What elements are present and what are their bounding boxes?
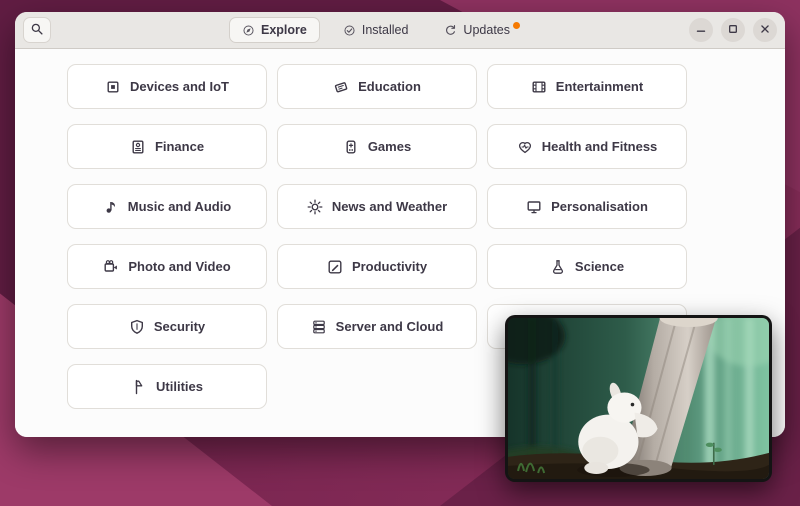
category-entertainment[interactable]: Entertainment xyxy=(487,64,687,109)
category-label: Photo and Video xyxy=(128,259,230,274)
close-button[interactable] xyxy=(753,18,777,42)
health-icon xyxy=(517,139,533,155)
category-label: Productivity xyxy=(352,259,427,274)
category-label: Security xyxy=(154,319,205,334)
category-label: Personalisation xyxy=(551,199,648,214)
updates-icon xyxy=(444,24,457,37)
minimize-icon xyxy=(694,22,708,39)
category-games[interactable]: Games xyxy=(277,124,477,169)
category-health-and-fitness[interactable]: Health and Fitness xyxy=(487,124,687,169)
updates-badge-dot xyxy=(513,22,520,29)
explore-icon xyxy=(242,24,255,37)
shield-icon xyxy=(129,319,145,335)
category-productivity[interactable]: Productivity xyxy=(277,244,477,289)
category-label: Finance xyxy=(155,139,204,154)
category-security[interactable]: Security xyxy=(67,304,267,349)
minimize-button[interactable] xyxy=(689,18,713,42)
category-label: Health and Fitness xyxy=(542,139,658,154)
category-label: Education xyxy=(358,79,421,94)
flask-icon xyxy=(550,259,566,275)
camera-icon xyxy=(103,259,119,275)
category-utilities[interactable]: Utilities xyxy=(67,364,267,409)
utility-icon xyxy=(131,379,147,395)
category-science[interactable]: Science xyxy=(487,244,687,289)
tab-label: Explore xyxy=(261,23,307,37)
category-devices-and-iot[interactable]: Devices and IoT xyxy=(67,64,267,109)
installed-icon xyxy=(343,24,356,37)
server-icon xyxy=(311,319,327,335)
pencil-icon xyxy=(327,259,343,275)
monitor-icon xyxy=(526,199,542,215)
view-switcher: Explore Installed Updates xyxy=(229,12,523,48)
category-education[interactable]: Education xyxy=(277,64,477,109)
film-icon xyxy=(531,79,547,95)
category-label: News and Weather xyxy=(332,199,447,214)
category-label: Music and Audio xyxy=(128,199,232,214)
category-photo-and-video[interactable]: Photo and Video xyxy=(67,244,267,289)
category-label: Games xyxy=(368,139,411,154)
tab-updates[interactable]: Updates xyxy=(431,17,523,43)
category-finance[interactable]: Finance xyxy=(67,124,267,169)
games-icon xyxy=(343,139,359,155)
category-label: Server and Cloud xyxy=(336,319,444,334)
category-label: Entertainment xyxy=(556,79,643,94)
headerbar: Explore Installed Updates xyxy=(15,12,785,49)
tab-installed[interactable]: Installed xyxy=(330,17,422,43)
tab-label: Installed xyxy=(362,23,409,37)
music-icon xyxy=(103,199,119,215)
video-scene xyxy=(508,318,769,479)
tab-label: Updates xyxy=(463,23,510,37)
chip-icon xyxy=(105,79,121,95)
sun-icon xyxy=(307,199,323,215)
search-icon xyxy=(30,22,44,39)
window-controls xyxy=(689,18,777,42)
tab-explore[interactable]: Explore xyxy=(229,17,320,43)
category-label: Science xyxy=(575,259,624,274)
category-music-and-audio[interactable]: Music and Audio xyxy=(67,184,267,229)
maximize-icon xyxy=(726,22,740,39)
close-icon xyxy=(758,22,772,39)
category-server-and-cloud[interactable]: Server and Cloud xyxy=(277,304,477,349)
education-icon xyxy=(333,79,349,95)
category-label: Utilities xyxy=(156,379,203,394)
video-overlay-window[interactable] xyxy=(505,315,772,482)
category-personalisation[interactable]: Personalisation xyxy=(487,184,687,229)
finance-icon xyxy=(130,139,146,155)
category-news-and-weather[interactable]: News and Weather xyxy=(277,184,477,229)
maximize-button[interactable] xyxy=(721,18,745,42)
search-button[interactable] xyxy=(23,17,51,43)
category-label: Devices and IoT xyxy=(130,79,229,94)
